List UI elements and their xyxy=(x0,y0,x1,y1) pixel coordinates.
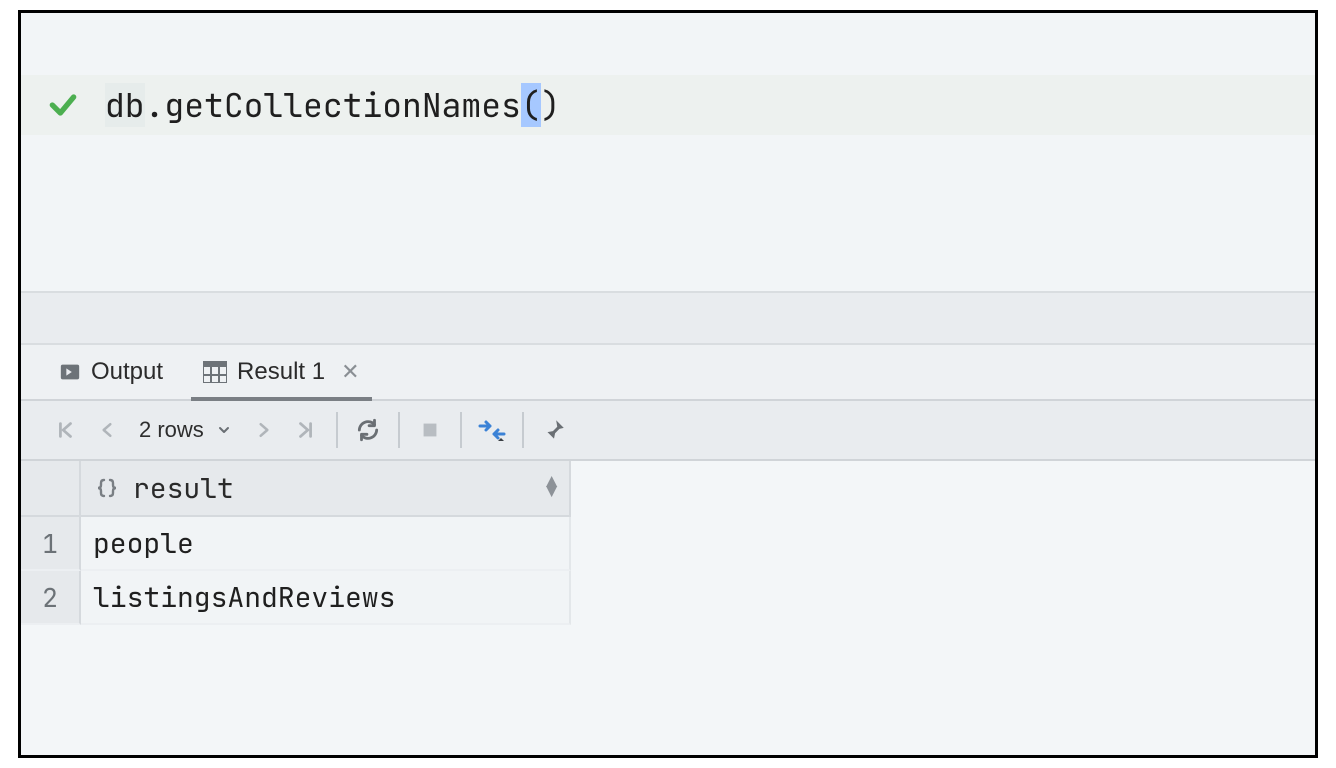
toolbar-separator xyxy=(522,412,524,448)
row-number: 1 xyxy=(21,517,81,571)
next-page-icon[interactable] xyxy=(244,410,284,450)
grid-corner xyxy=(21,461,81,517)
result-tabs: Output Result 1 ✕ xyxy=(21,345,1315,401)
code-text[interactable]: db.getCollectionNames() xyxy=(105,83,560,127)
toolbar-separator xyxy=(460,412,462,448)
first-page-icon[interactable] xyxy=(45,410,85,450)
toolbar-separator xyxy=(336,412,338,448)
result-cell[interactable]: listingsAndReviews xyxy=(81,571,571,625)
tab-output[interactable]: Output xyxy=(51,345,171,399)
panel-divider xyxy=(21,291,1315,345)
column-header-label: result xyxy=(133,470,234,507)
tab-output-label: Output xyxy=(91,358,163,386)
stop-icon[interactable] xyxy=(410,410,450,450)
query-editor[interactable]: db.getCollectionNames() xyxy=(21,13,1315,291)
table-icon xyxy=(203,361,227,383)
toolbar-separator xyxy=(398,412,400,448)
sort-icon[interactable]: ▲▼ xyxy=(546,478,557,498)
tab-result-1[interactable]: Result 1 ✕ xyxy=(195,345,367,399)
results-toolbar: 2 rows xyxy=(21,401,1315,461)
refresh-icon[interactable] xyxy=(348,410,388,450)
row-count-label: 2 rows xyxy=(139,417,204,443)
close-icon[interactable]: ✕ xyxy=(341,359,359,385)
output-icon xyxy=(59,361,81,383)
row-number: 2 xyxy=(21,571,81,625)
results-grid: result ▲▼ 1 people 2 listingsAndReviews xyxy=(21,461,1315,625)
ide-panel: db.getCollectionNames() Output Result 1 … xyxy=(18,10,1318,758)
results-panel: result ▲▼ 1 people 2 listingsAndReviews xyxy=(21,461,1315,755)
result-cell[interactable]: people xyxy=(81,517,571,571)
row-count-dropdown[interactable]: 2 rows xyxy=(129,417,242,443)
execution-success-icon xyxy=(21,89,105,121)
prev-page-icon[interactable] xyxy=(87,410,127,450)
column-header-result[interactable]: result ▲▼ xyxy=(81,461,571,517)
last-page-icon[interactable] xyxy=(286,410,326,450)
pin-icon[interactable] xyxy=(534,410,574,450)
tab-result-label: Result 1 xyxy=(237,358,325,386)
chevron-down-icon xyxy=(216,422,232,438)
compare-icon[interactable] xyxy=(472,410,512,450)
code-line: db.getCollectionNames() xyxy=(21,75,1315,135)
braces-icon xyxy=(95,476,119,500)
